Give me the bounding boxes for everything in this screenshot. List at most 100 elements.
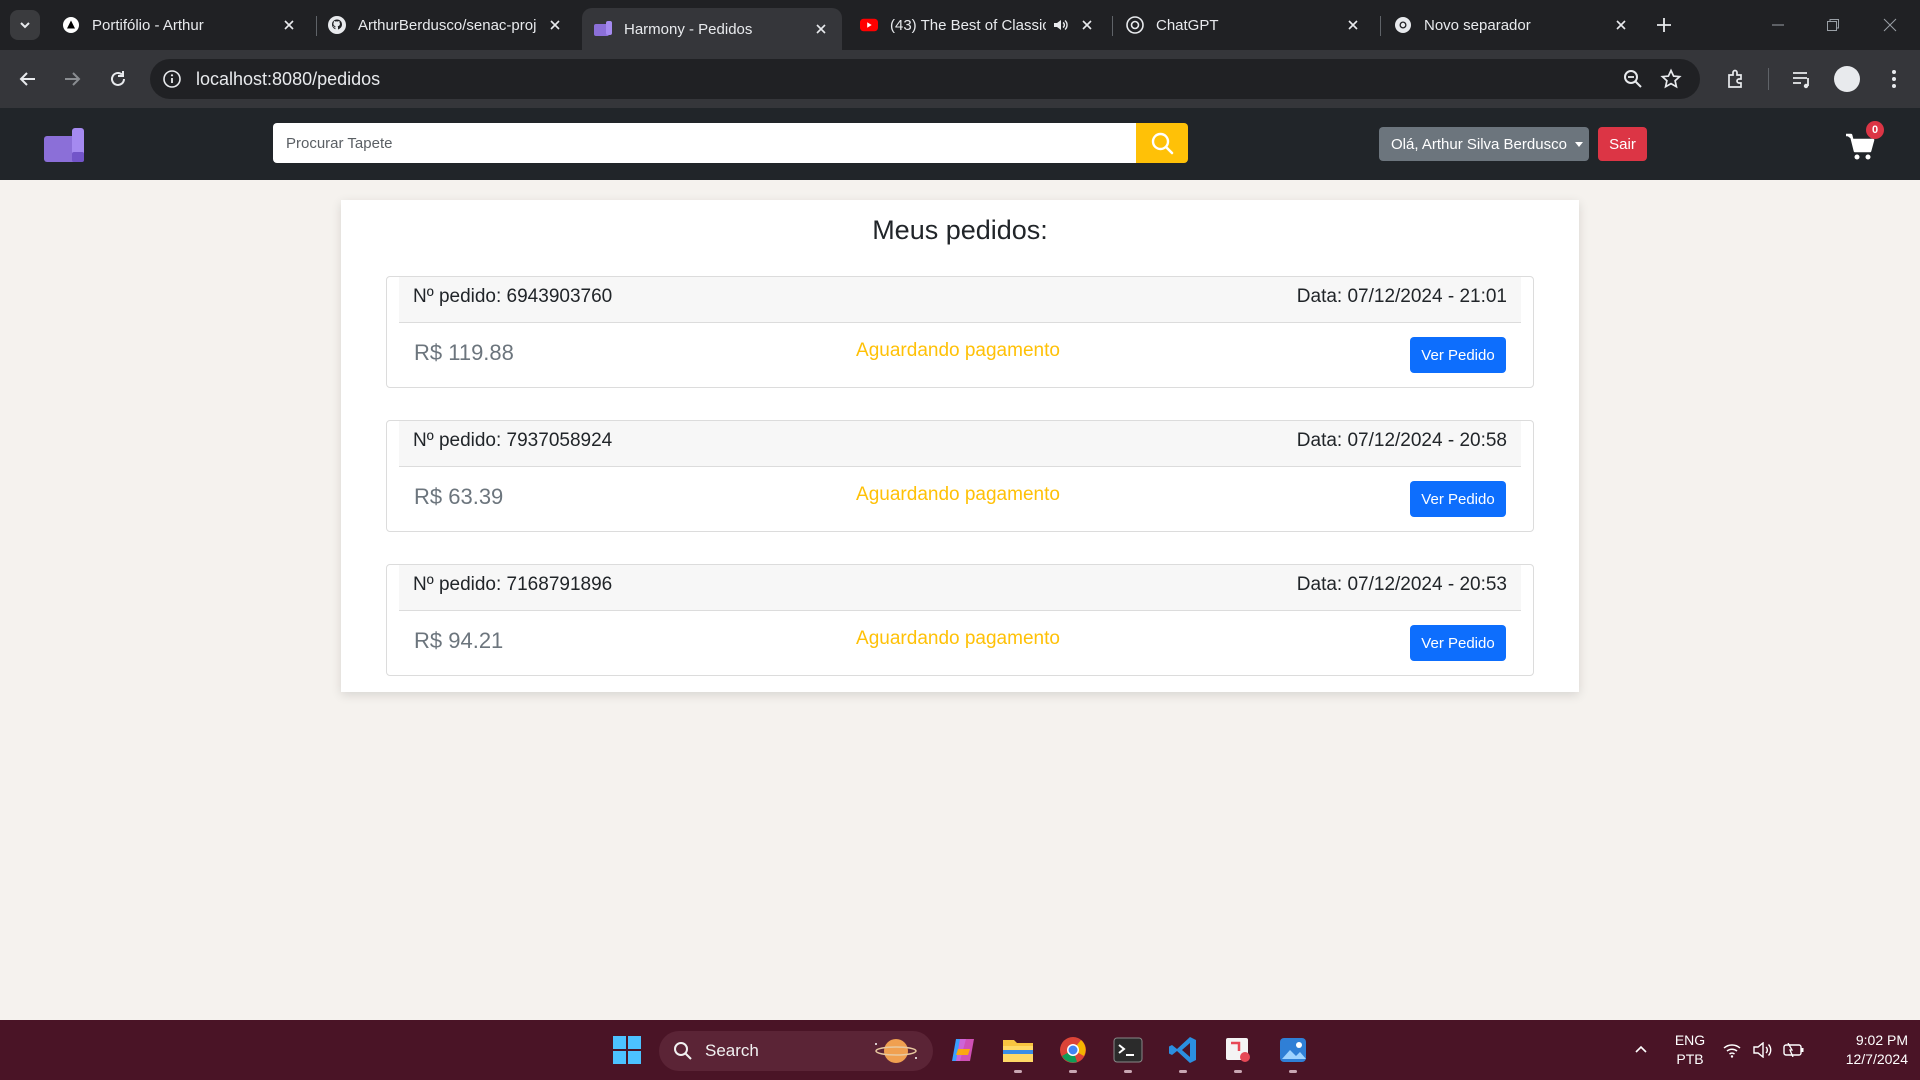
file-explorer-app[interactable] (1000, 1032, 1036, 1068)
chrome-app[interactable] (1055, 1032, 1091, 1068)
triangle-icon (62, 16, 80, 34)
order-number: Nº pedido: 7937058924 (413, 430, 613, 451)
running-indicator (1124, 1070, 1132, 1073)
order-date: Data: 07/12/2024 - 20:53 (1296, 574, 1507, 595)
tab-title: (43) The Best of Classic (890, 16, 1046, 34)
show-hidden-icons-button[interactable] (1623, 1032, 1659, 1068)
snipping-tool-icon (1226, 1038, 1250, 1062)
arrow-right-icon (65, 72, 81, 86)
photos-app[interactable] (1275, 1032, 1311, 1068)
close-icon[interactable] (812, 20, 830, 38)
tab-harmony-pedidos[interactable]: Harmony - Pedidos (582, 8, 842, 50)
order-date: Data: 07/12/2024 - 20:58 (1296, 430, 1507, 451)
copilot-app[interactable] (945, 1032, 981, 1068)
toolbar-separator (1768, 68, 1769, 90)
close-window-button[interactable] (1870, 10, 1910, 40)
order-card: Nº pedido: 6943903760 Data: 07/12/2024 -… (386, 276, 1534, 388)
order-status: Aguardando pagamento (856, 628, 1060, 649)
tab-chatgpt[interactable]: ChatGPT (1114, 6, 1374, 44)
snipping-tool-app[interactable] (1220, 1032, 1256, 1068)
youtube-icon (860, 16, 878, 34)
battery-status[interactable] (1779, 1032, 1809, 1068)
chrome-icon (1060, 1037, 1086, 1063)
close-icon[interactable] (1344, 16, 1362, 34)
language-label: ENG (1674, 1032, 1706, 1048)
bookmark-star-icon[interactable] (1660, 68, 1682, 90)
tab-youtube[interactable]: (43) The Best of Classic (848, 6, 1108, 44)
close-icon[interactable] (1612, 16, 1630, 34)
input-language-indicator[interactable]: ENG PTB (1668, 1031, 1712, 1069)
profile-button[interactable] (1832, 64, 1862, 94)
tab-title: ArthurBerdusco/senac-proj (358, 16, 537, 34)
order-status: Aguardando pagamento (856, 484, 1060, 505)
logout-button[interactable]: Sair (1598, 127, 1647, 161)
close-icon[interactable] (546, 16, 564, 34)
windows-taskbar: Search ENG PTB 9:02 PM 12/7/2024 (0, 1020, 1920, 1080)
date-label: 12/7/2024 (1845, 1051, 1908, 1067)
page-title: Meus pedidos: (872, 215, 1048, 245)
close-icon[interactable] (280, 16, 298, 34)
forward-button[interactable] (57, 64, 87, 94)
tab-portfolio[interactable]: Portifólio - Arthur (50, 6, 310, 44)
url-text[interactable]: localhost:8080/pedidos (196, 69, 380, 90)
user-menu-button[interactable]: Olá, Arthur Silva Berdusco (1379, 127, 1589, 161)
wifi-status[interactable] (1717, 1032, 1747, 1068)
tab-title: ChatGPT (1156, 16, 1219, 34)
time-label: 9:02 PM (1855, 1032, 1908, 1048)
menu-button[interactable] (1879, 64, 1909, 94)
tab-github[interactable]: ArthurBerdusco/senac-proj (316, 6, 576, 44)
clock[interactable]: 9:02 PM 12/7/2024 (1818, 1031, 1908, 1069)
minimize-button[interactable] (1758, 10, 1798, 40)
arrow-left-icon (19, 72, 35, 86)
browser-tab-bar: Portifólio - Arthur ArthurBerdusco/senac… (0, 0, 1920, 50)
restore-button[interactable] (1813, 10, 1853, 40)
view-order-button[interactable]: Ver Pedido (1410, 337, 1506, 373)
more-vertical-icon (1892, 70, 1896, 88)
tab-new-tab[interactable]: Novo separador (1382, 6, 1642, 44)
taskbar-search[interactable]: Search (659, 1031, 933, 1071)
chatgpt-icon (1126, 16, 1144, 34)
playlist-icon (1793, 72, 1809, 89)
chevron-down-icon (20, 22, 30, 29)
search-icon (1151, 132, 1174, 155)
vscode-app[interactable] (1165, 1032, 1201, 1068)
running-indicator (1234, 1070, 1242, 1073)
volume-status[interactable] (1748, 1032, 1778, 1068)
running-indicator (1014, 1070, 1022, 1073)
tab-separator (1112, 16, 1113, 36)
tab-separator (1380, 16, 1381, 36)
chrome-icon (1394, 16, 1412, 34)
restore-icon (1827, 19, 1839, 31)
search-input[interactable] (273, 123, 1136, 163)
vscode-icon (1169, 1037, 1196, 1063)
harmony-logo-icon[interactable] (44, 128, 84, 162)
back-button[interactable] (13, 64, 43, 94)
cart-count-badge: 0 (1866, 121, 1884, 139)
running-indicator (1069, 1070, 1077, 1073)
order-card-header: Nº pedido: 6943903760 Data: 07/12/2024 -… (399, 277, 1521, 323)
puzzle-icon (1728, 69, 1742, 88)
address-bar[interactable]: localhost:8080/pedidos (150, 59, 1700, 99)
info-icon[interactable] (162, 69, 182, 89)
chevron-up-icon (1635, 1045, 1647, 1053)
view-order-button[interactable]: Ver Pedido (1410, 625, 1506, 661)
extensions-button[interactable] (1721, 64, 1751, 94)
product-search (273, 123, 1188, 163)
terminal-app[interactable] (1110, 1032, 1146, 1068)
zoom-icon[interactable] (1622, 68, 1644, 90)
view-order-button[interactable]: Ver Pedido (1410, 481, 1506, 517)
close-icon[interactable] (1078, 16, 1096, 34)
start-button[interactable] (609, 1032, 645, 1068)
orders-panel: Meus pedidos: Nº pedido: 6943903760 Data… (341, 200, 1579, 692)
folder-icon (1003, 1040, 1033, 1062)
tab-search-button[interactable] (10, 10, 40, 40)
order-card-header: Nº pedido: 7937058924 Data: 07/12/2024 -… (399, 421, 1521, 467)
new-tab-button[interactable] (1652, 13, 1676, 37)
reload-button[interactable] (103, 64, 133, 94)
running-indicator (1289, 1070, 1297, 1073)
search-button[interactable] (1136, 123, 1188, 163)
media-control-button[interactable] (1787, 64, 1817, 94)
speaker-icon[interactable] (1052, 16, 1070, 34)
order-price: R$ 119.88 (414, 340, 514, 365)
tab-title: Novo separador (1424, 16, 1531, 34)
